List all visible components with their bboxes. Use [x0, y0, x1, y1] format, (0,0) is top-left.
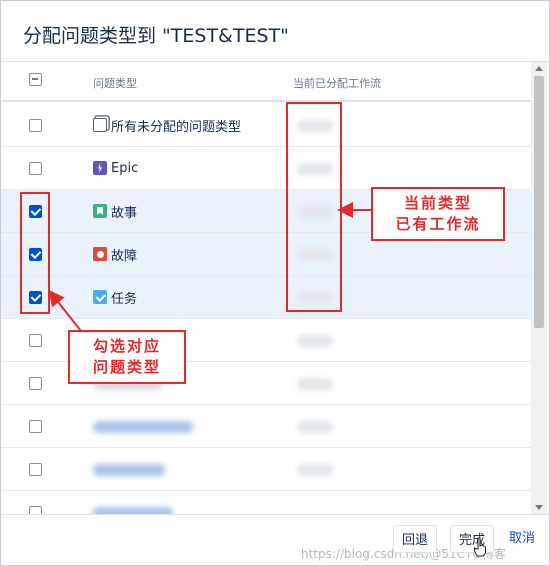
checkbox-arrow — [48, 289, 82, 332]
annotation-arrows — [48, 202, 371, 332]
assign-issue-type-dialog: 分配问题类型到 "TEST&TEST" 问题类型 当前已分配工作流 所有未分配的… — [0, 0, 550, 566]
